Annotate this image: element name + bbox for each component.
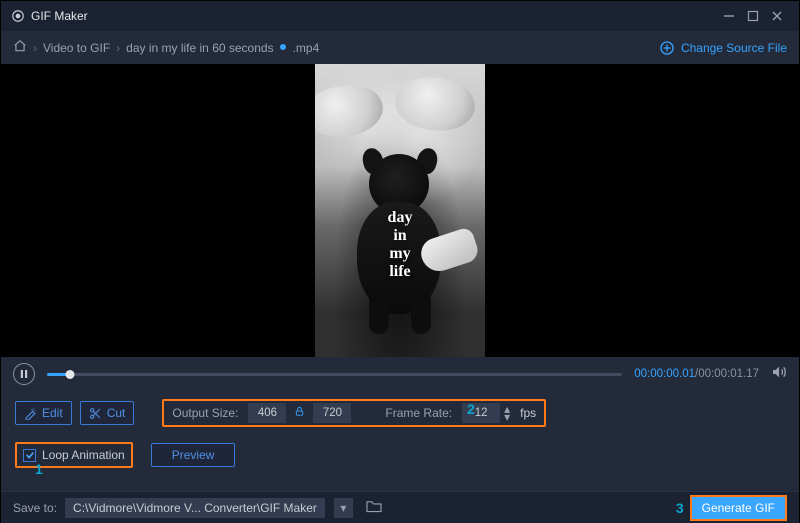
save-to-label: Save to: — [13, 501, 57, 515]
edit-button-label: Edit — [42, 406, 63, 420]
lock-icon — [294, 406, 305, 417]
folder-icon — [365, 499, 383, 513]
plus-circle-icon — [659, 40, 675, 56]
step-down-icon[interactable]: ▾ — [502, 413, 512, 421]
controls-panel: Edit Cut Output Size: 406 720 Frame Rate… — [1, 391, 799, 491]
output-height-input[interactable]: 720 — [313, 403, 351, 423]
duration-time: 00:00:01.17 — [698, 368, 759, 380]
step-marker-1: 1 — [35, 461, 43, 477]
play-pause-button[interactable] — [13, 363, 35, 385]
maximize-button[interactable] — [741, 4, 765, 28]
chevron-right-icon: › — [33, 41, 37, 55]
cut-button[interactable]: Cut — [80, 401, 135, 425]
loop-animation-label: Loop Animation — [42, 448, 125, 462]
change-source-file-button[interactable]: Change Source File — [659, 40, 787, 56]
save-path-dropdown[interactable]: ▾ — [333, 498, 353, 518]
lock-aspect-button[interactable] — [294, 406, 305, 420]
output-size-label: Output Size: — [172, 406, 238, 420]
chevron-down-icon: ▾ — [340, 501, 346, 515]
wand-icon — [24, 407, 37, 420]
volume-icon — [771, 364, 787, 380]
breadcrumb-file[interactable]: day in my life in 60 seconds .mp4 — [126, 41, 319, 55]
seek-slider[interactable] — [47, 373, 622, 376]
generate-gif-button[interactable]: Generate GIF — [692, 497, 785, 519]
titlebar: GIF Maker — [1, 1, 799, 31]
change-source-file-label: Change Source File — [681, 41, 787, 55]
breadcrumb-toolbar: › Video to GIF › day in my life in 60 se… — [1, 31, 799, 64]
recording-dot-icon — [280, 44, 286, 50]
pause-icon — [20, 369, 28, 379]
close-button[interactable] — [765, 4, 789, 28]
current-time: 00:00:00.01 — [634, 368, 695, 380]
save-bar: Save to: C:\Vidmore\Vidmore V... Convert… — [1, 491, 799, 523]
output-width-input[interactable]: 406 — [248, 403, 286, 423]
breadcrumb-file-prefix: day in my life in 60 seconds — [126, 41, 273, 55]
window-title: GIF Maker — [31, 9, 88, 23]
seek-thumb-icon[interactable] — [66, 370, 75, 379]
playback-bar: 00:00:00.01/00:00:01.17 — [1, 357, 799, 391]
chevron-right-icon: › — [116, 41, 120, 55]
video-overlay-text: dayinmylife — [315, 209, 485, 281]
breadcrumb-root[interactable]: Video to GIF — [43, 41, 110, 55]
scissors-icon — [89, 407, 102, 420]
cut-button-label: Cut — [107, 406, 126, 420]
breadcrumb-file-suffix: .mp4 — [293, 41, 320, 55]
video-preview[interactable]: dayinmylife — [315, 64, 485, 357]
checkbox-icon — [23, 449, 36, 462]
step-marker-3: 3 — [676, 500, 684, 516]
minimize-button[interactable] — [717, 4, 741, 28]
preview-button-label: Preview — [172, 448, 215, 462]
step-marker-2: 2 — [467, 401, 475, 417]
fps-suffix: fps — [520, 406, 536, 420]
open-folder-button[interactable] — [365, 499, 383, 516]
breadcrumb-root-label: Video to GIF — [43, 41, 110, 55]
save-path-value: C:\Vidmore\Vidmore V... Converter\GIF Ma… — [73, 501, 317, 515]
output-settings-group: Output Size: 406 720 Frame Rate: 12 ▴▾ f… — [162, 399, 546, 427]
save-path-field[interactable]: C:\Vidmore\Vidmore V... Converter\GIF Ma… — [65, 498, 325, 518]
edit-button[interactable]: Edit — [15, 401, 72, 425]
video-stage: dayinmylife — [1, 64, 799, 357]
preview-button[interactable]: Preview — [151, 443, 236, 467]
app-logo-icon — [11, 9, 25, 23]
generate-gif-highlight: Generate GIF — [690, 495, 787, 521]
frame-rate-label: Frame Rate: — [385, 406, 452, 420]
volume-button[interactable] — [771, 364, 787, 385]
loop-animation-checkbox[interactable]: Loop Animation — [15, 442, 133, 468]
home-icon[interactable] — [13, 39, 27, 56]
time-display: 00:00:00.01/00:00:01.17 — [634, 368, 759, 380]
